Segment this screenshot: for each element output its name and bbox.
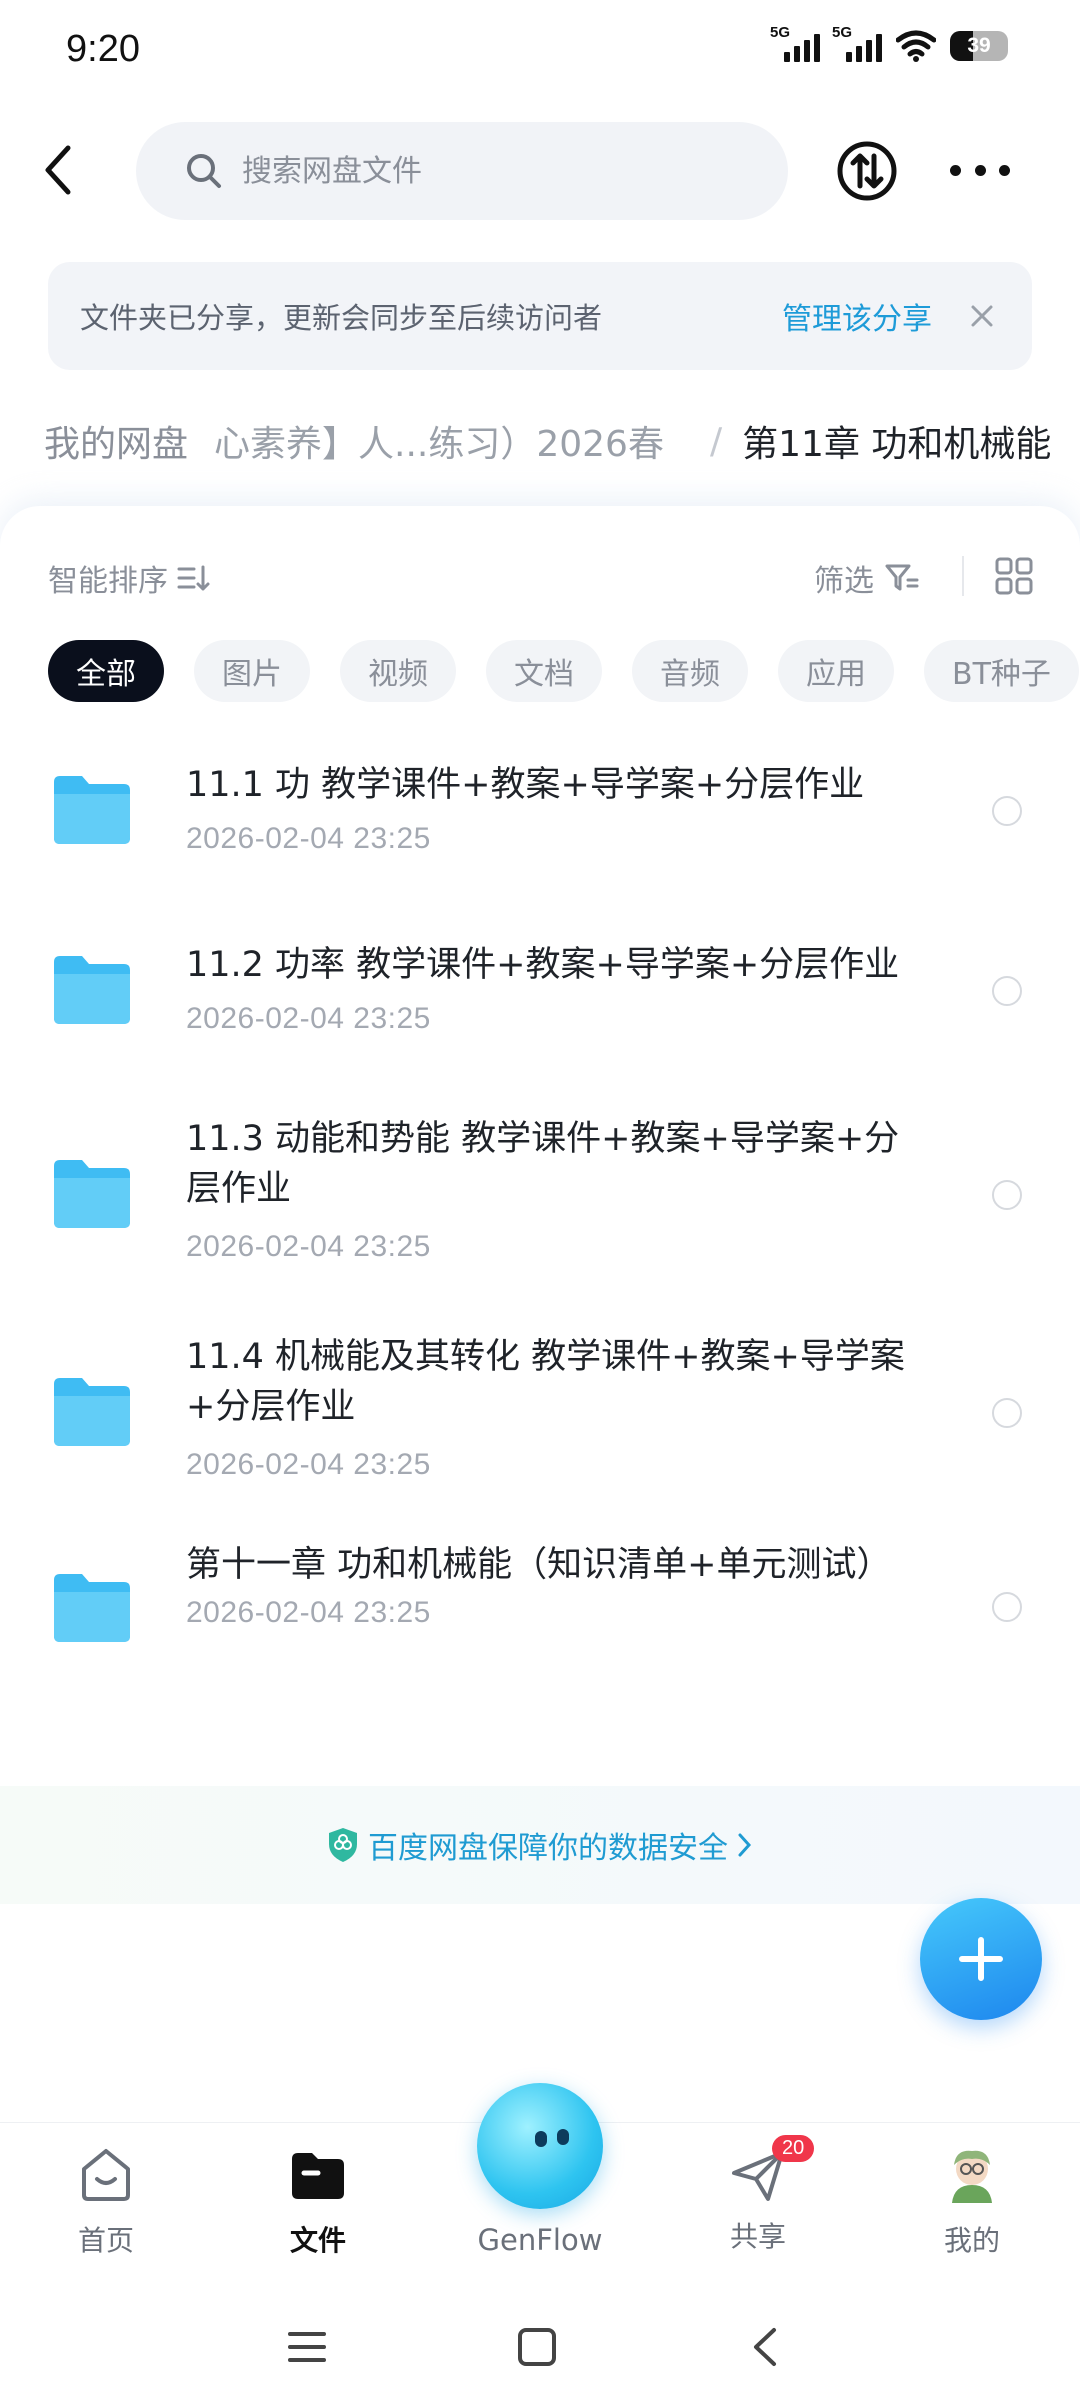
nav-label: 首页 xyxy=(77,2224,134,2257)
file-date: 2026-02-04 23:25 xyxy=(186,1596,431,1629)
breadcrumb: 我的网盘 心素养】人...练习）2026春 / 第11章 功和机械能 xyxy=(0,406,1080,476)
grid-view-icon[interactable] xyxy=(994,556,1034,596)
manage-share-link[interactable]: 管理该分享 xyxy=(782,294,932,338)
home-icon xyxy=(82,2149,130,2201)
back-button[interactable] xyxy=(34,140,84,200)
nav-share[interactable]: 20 共享 xyxy=(688,2135,828,2255)
file-name: 11.2 功率 教学课件+教案+导学案+分层作业 xyxy=(186,945,900,985)
search-input[interactable] xyxy=(240,152,764,190)
file-row[interactable]: 11.4 机械能及其转化 教学课件+教案+导学案+分层作业 2026-02-04… xyxy=(0,1330,1080,1490)
shield-icon xyxy=(329,1828,357,1862)
folder-icon xyxy=(54,1378,130,1446)
genflow-icon[interactable] xyxy=(477,2083,603,2209)
file-row[interactable]: 第十一章 功和机械能（知识清单+单元测试） 2026-02-04 23:25 xyxy=(0,1540,1080,1680)
nav-label: 我的 xyxy=(943,2224,1000,2257)
home-square-icon[interactable] xyxy=(512,2322,562,2372)
share-banner: 文件夹已分享，更新会同步至后续访问者 管理该分享 xyxy=(48,262,1032,370)
search-icon xyxy=(187,154,221,188)
breadcrumb-separator: / xyxy=(710,420,723,462)
signal-1-icon: 5G xyxy=(770,24,820,62)
folder-icon xyxy=(54,1160,130,1228)
signal-2-icon: 5G xyxy=(832,24,882,62)
file-row[interactable]: 11.2 功率 教学课件+教案+导学案+分层作业 2026-02-04 23:2… xyxy=(0,932,1080,1092)
type-filter-chips: 全部 图片 视频 文档 音频 应用 BT种子 xyxy=(48,640,1079,702)
chip-bt-torrents[interactable]: BT种子 xyxy=(924,640,1079,702)
add-button[interactable] xyxy=(920,1898,1042,2020)
chip-all[interactable]: 全部 xyxy=(48,640,164,702)
breadcrumb-current: 第11章 功和机械能 xyxy=(742,424,1052,465)
file-name: 11.4 机械能及其转化 教学课件+教案+导学案+分层作业 xyxy=(186,1337,905,1427)
nav-label: 共享 xyxy=(729,2220,786,2253)
divider xyxy=(962,556,964,596)
select-checkbox[interactable] xyxy=(992,1398,1022,1428)
chip-documents[interactable]: 文档 xyxy=(486,640,602,702)
folder-icon xyxy=(54,1574,130,1642)
chip-videos[interactable]: 视频 xyxy=(340,640,456,702)
nav-me[interactable]: 我的 xyxy=(902,2145,1042,2259)
select-checkbox[interactable] xyxy=(992,1592,1022,1622)
status-time: 9:20 xyxy=(66,28,140,70)
file-name: 第十一章 功和机械能（知识清单+单元测试） xyxy=(186,1545,892,1585)
plus-icon xyxy=(959,1937,1003,1981)
chip-apps[interactable]: 应用 xyxy=(778,640,894,702)
status-icons: 5G 5G 39 xyxy=(770,24,1008,62)
folder-icon xyxy=(54,776,130,844)
sort-button[interactable]: 智能排序 xyxy=(48,556,212,600)
close-icon[interactable] xyxy=(968,302,996,330)
system-navigation xyxy=(0,2302,1080,2401)
nav-genflow-label[interactable]: GenFlow xyxy=(440,2223,640,2257)
more-menu-button[interactable] xyxy=(950,150,1010,190)
wifi-icon xyxy=(896,30,936,62)
avatar-icon xyxy=(952,2150,992,2203)
security-text: 百度网盘保障你的数据安全 xyxy=(368,1831,728,1866)
back-icon[interactable] xyxy=(742,2322,792,2372)
file-date: 2026-02-04 23:25 xyxy=(186,1002,431,1035)
nav-home[interactable]: 首页 xyxy=(36,2145,176,2259)
breadcrumb-parent[interactable]: 心素养】人...练习）2026春 xyxy=(214,415,684,467)
security-notice[interactable]: 百度网盘保障你的数据安全 xyxy=(0,1786,1080,1904)
battery-icon: 39 xyxy=(950,31,1008,61)
nav-label: 文件 xyxy=(289,2224,346,2257)
chip-audio[interactable]: 音频 xyxy=(632,640,748,702)
chip-images[interactable]: 图片 xyxy=(194,640,310,702)
file-name: 11.1 功 教学课件+教案+导学案+分层作业 xyxy=(186,765,865,805)
select-checkbox[interactable] xyxy=(992,976,1022,1006)
bottom-nav: 首页 文件 GenFlow 20 共享 我的 xyxy=(0,2083,1080,2303)
file-date: 2026-02-04 23:25 xyxy=(186,822,431,855)
sort-icon xyxy=(177,565,210,591)
folder-icon xyxy=(292,2153,344,2199)
breadcrumb-home[interactable]: 我的网盘 xyxy=(44,415,188,467)
filter-button[interactable]: 筛选 xyxy=(814,556,920,600)
file-date: 2026-02-04 23:25 xyxy=(186,1448,431,1481)
nav-files[interactable]: 文件 xyxy=(248,2145,388,2259)
select-checkbox[interactable] xyxy=(992,796,1022,826)
filter-icon xyxy=(885,564,919,591)
search-bar[interactable] xyxy=(136,122,788,220)
notification-badge: 20 xyxy=(772,2135,815,2162)
file-name: 11.3 动能和势能 教学课件+教案+导学案+分层作业 xyxy=(186,1119,900,1209)
chevron-right-icon xyxy=(738,1833,752,1857)
file-row[interactable]: 11.1 功 教学课件+教案+导学案+分层作业 2026-02-04 23:25 xyxy=(0,752,1080,912)
file-row[interactable]: 11.3 动能和势能 教学课件+教案+导学案+分层作业 2026-02-04 2… xyxy=(0,1114,1080,1274)
select-checkbox[interactable] xyxy=(992,1180,1022,1210)
folder-icon xyxy=(54,956,130,1024)
menu-icon[interactable] xyxy=(282,2322,332,2372)
transfer-list-icon[interactable] xyxy=(836,140,898,202)
share-banner-message: 文件夹已分享，更新会同步至后续访问者 xyxy=(80,301,603,335)
file-date: 2026-02-04 23:25 xyxy=(186,1230,431,1263)
